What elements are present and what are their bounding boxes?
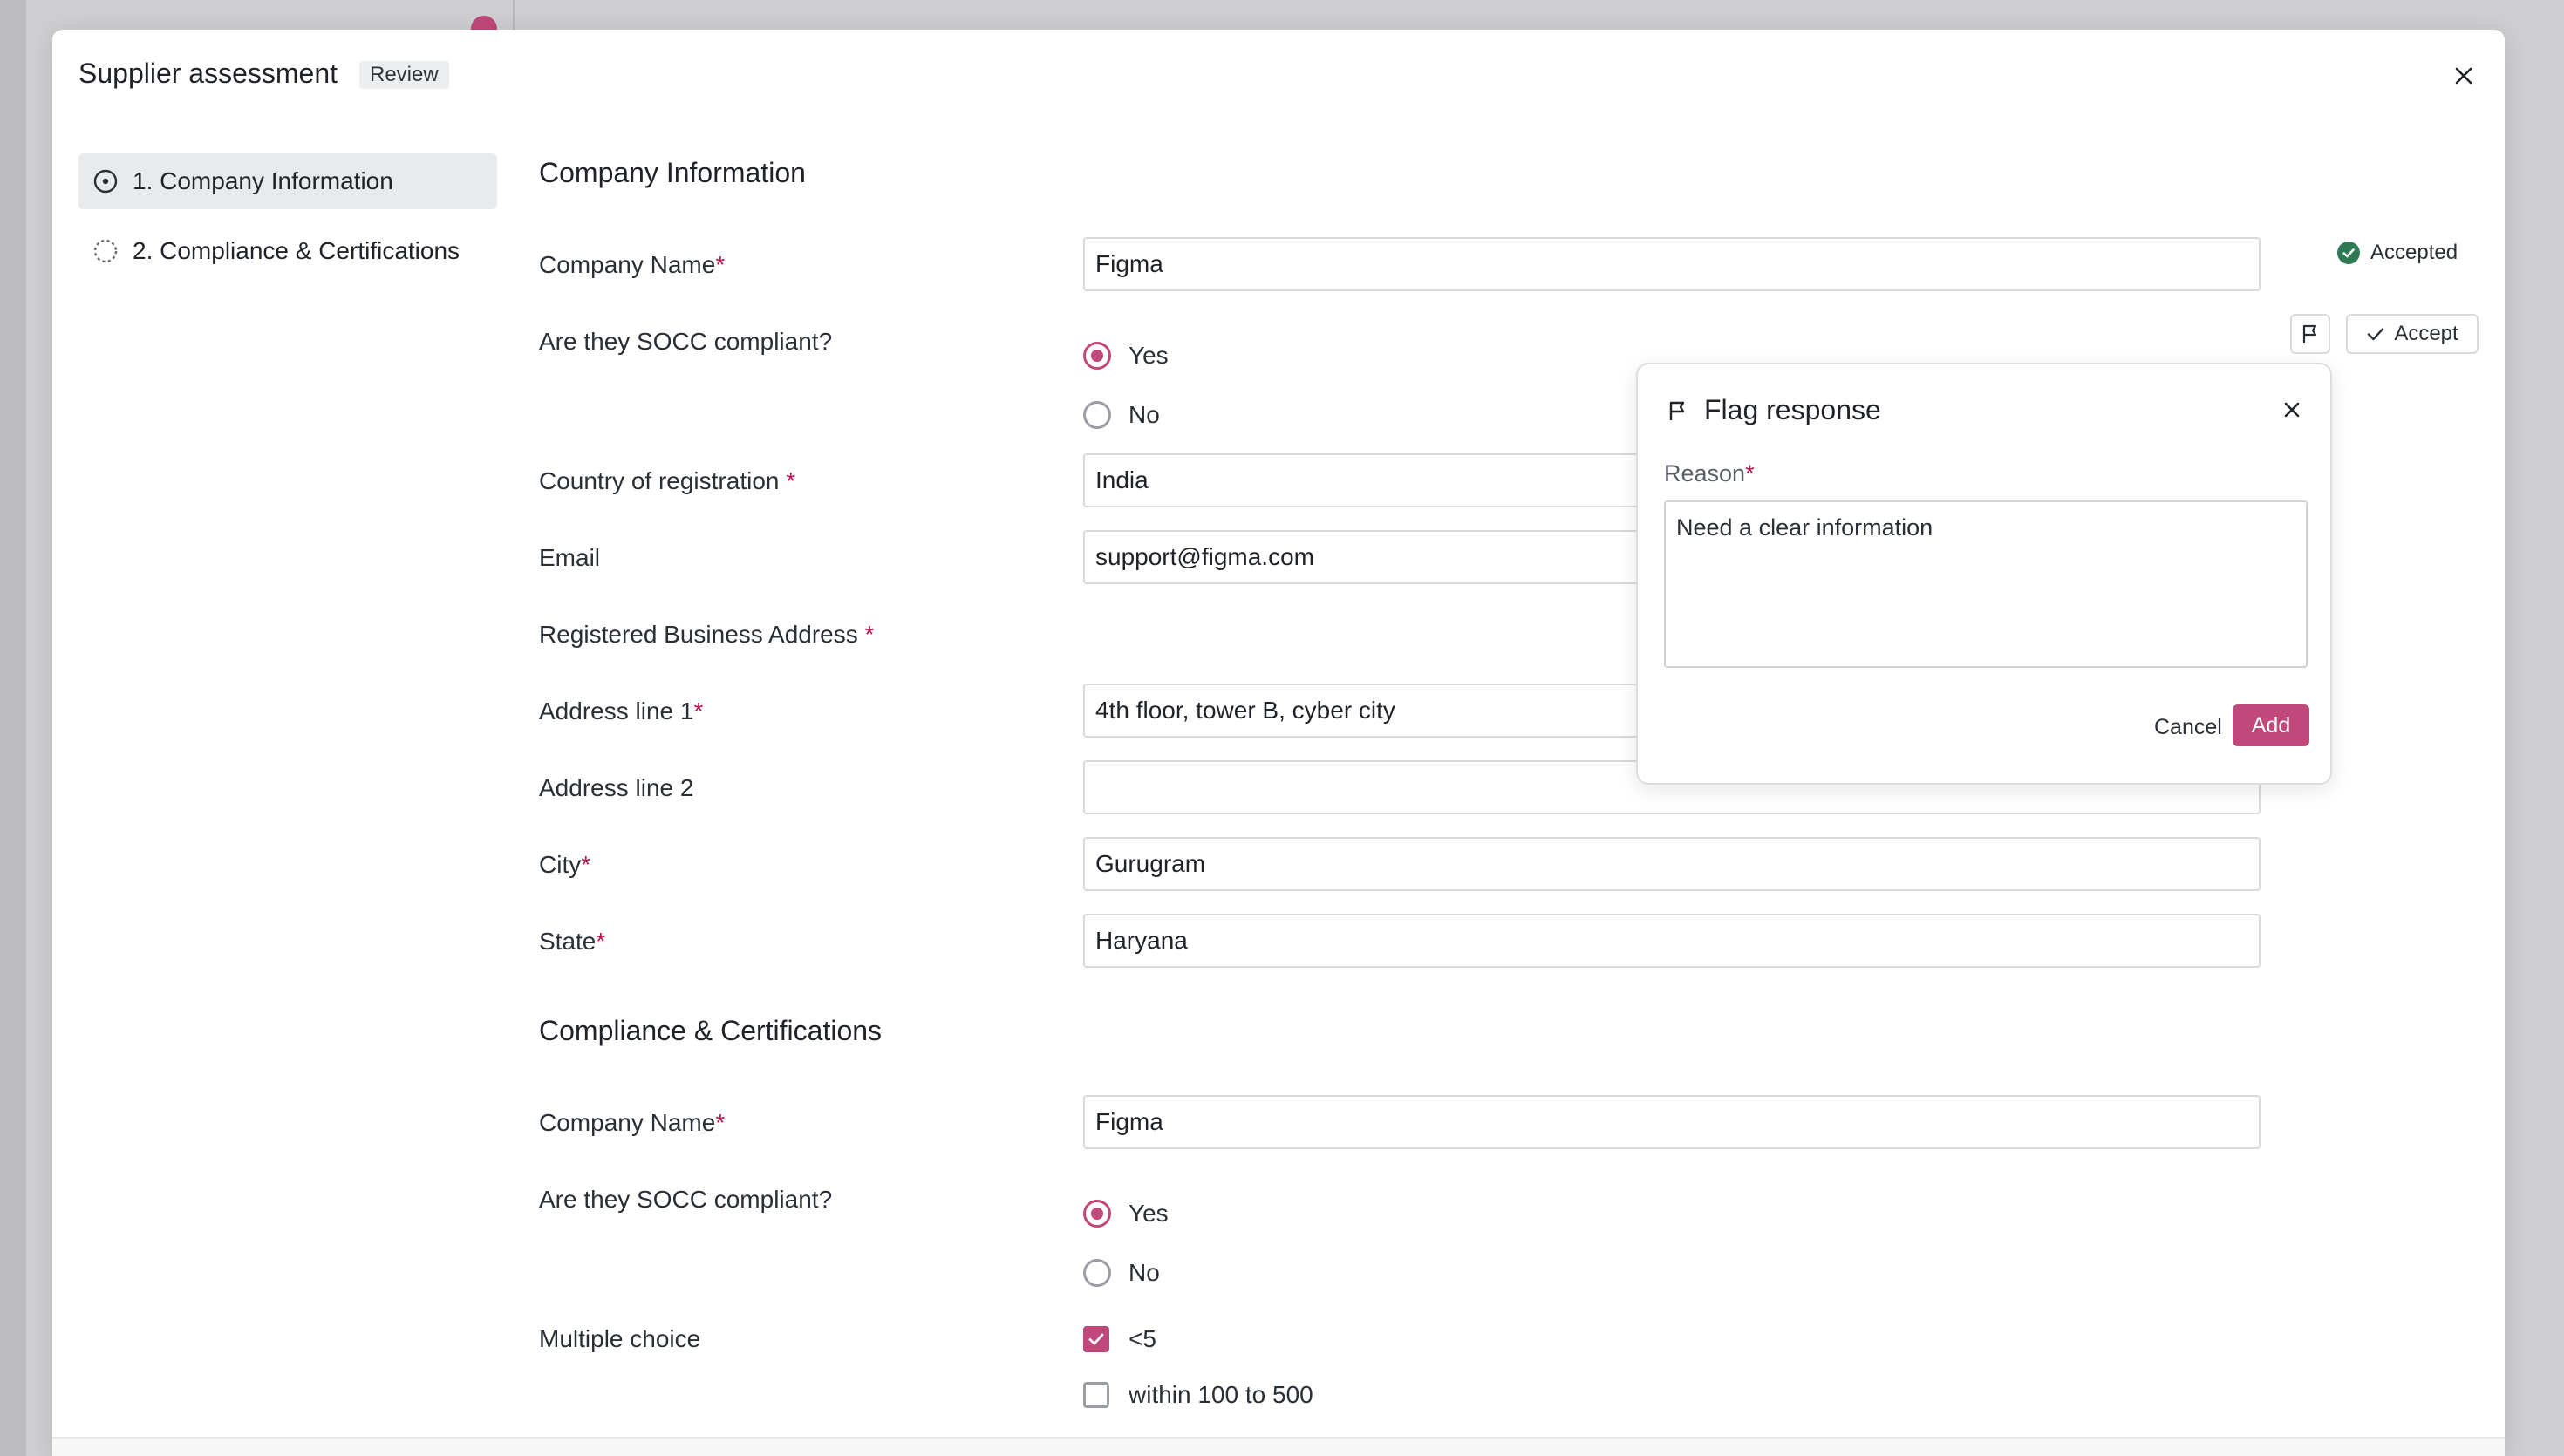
- socc-radio-no[interactable]: No: [1083, 401, 1160, 429]
- step-pending-icon: [93, 239, 118, 263]
- compliance-company-name-field[interactable]: [1083, 1095, 2261, 1149]
- checkmark-icon: [2368, 328, 2384, 341]
- country-label: Country of registration *: [539, 467, 796, 494]
- modal-footer: [52, 1439, 2505, 1456]
- address-line-1-label: Address line 1*: [539, 697, 704, 725]
- compliance-socc-radio-no[interactable]: No: [1083, 1259, 1160, 1287]
- email-label: Email: [539, 544, 601, 571]
- city-field[interactable]: [1083, 837, 2261, 891]
- checkbox-less-than-5[interactable]: <5: [1083, 1325, 1156, 1353]
- close-popover-button[interactable]: [2278, 396, 2306, 424]
- background-app-sidebar: [0, 0, 26, 1456]
- radio-unselected: [1083, 1259, 1111, 1287]
- checkbox-within-100-to-500[interactable]: within 100 to 500: [1083, 1381, 1313, 1409]
- checkmark-icon: [1088, 1333, 1104, 1345]
- city-label: City*: [539, 851, 591, 878]
- nav-item-label: 1. Company Information: [133, 167, 393, 194]
- checkbox-unchecked: [1083, 1382, 1109, 1408]
- checkbox-checked: [1083, 1326, 1109, 1352]
- socc-radio-yes[interactable]: Yes: [1083, 342, 1169, 370]
- background-divider: [513, 0, 515, 30]
- flag-icon: [2302, 324, 2317, 343]
- status-badge: Review: [359, 61, 449, 89]
- radio-unselected: [1083, 401, 1111, 429]
- socc-label: Are they SOCC compliant?: [539, 328, 833, 355]
- step-current-icon: [93, 169, 118, 194]
- accepted-status: Accepted: [2337, 241, 2458, 265]
- supplier-assessment-modal: Supplier assessment Review 1. Company In…: [52, 30, 2505, 1456]
- address-line-2-label: Address line 2: [539, 774, 694, 801]
- section-title-compliance: Compliance & Certifications: [539, 1015, 883, 1046]
- state-field[interactable]: [1083, 914, 2261, 968]
- company-name-label: Company Name*: [539, 251, 726, 278]
- flag-response-button[interactable]: [2290, 314, 2330, 354]
- reason-textarea[interactable]: Need a clear information: [1664, 500, 2308, 668]
- accept-button[interactable]: Accept: [2346, 314, 2479, 354]
- registered-address-label: Registered Business Address *: [539, 621, 875, 648]
- reason-label: Reason*: [1664, 460, 1755, 486]
- close-modal-button[interactable]: [2449, 61, 2479, 91]
- add-button[interactable]: Add: [2233, 704, 2309, 746]
- close-icon: [2284, 402, 2300, 418]
- nav-item-label: 2. Compliance & Certifications: [133, 237, 460, 264]
- close-icon: [2455, 67, 2472, 85]
- flag-response-popover: Flag response Reason* Need a clear infor…: [1636, 363, 2332, 785]
- radio-selected: [1083, 342, 1111, 370]
- compliance-socc-label: Are they SOCC compliant?: [539, 1186, 833, 1213]
- check-circle-icon: [2337, 242, 2360, 264]
- nav-item-company-information[interactable]: 1. Company Information: [78, 153, 497, 209]
- cancel-button[interactable]: Cancel: [2154, 715, 2222, 740]
- popover-title: Flag response: [1666, 394, 1881, 426]
- nav-item-compliance-certifications[interactable]: 2. Compliance & Certifications: [78, 223, 497, 279]
- modal-title: Supplier assessment: [78, 58, 338, 89]
- state-label: State*: [539, 928, 606, 955]
- compliance-socc-radio-yes[interactable]: Yes: [1083, 1200, 1169, 1228]
- section-title-company-information: Company Information: [539, 157, 806, 188]
- radio-selected: [1083, 1200, 1111, 1228]
- company-name-field[interactable]: [1083, 237, 2261, 291]
- flag-icon: [1669, 401, 1685, 420]
- multiple-choice-label: Multiple choice: [539, 1325, 701, 1352]
- compliance-company-name-label: Company Name*: [539, 1109, 726, 1136]
